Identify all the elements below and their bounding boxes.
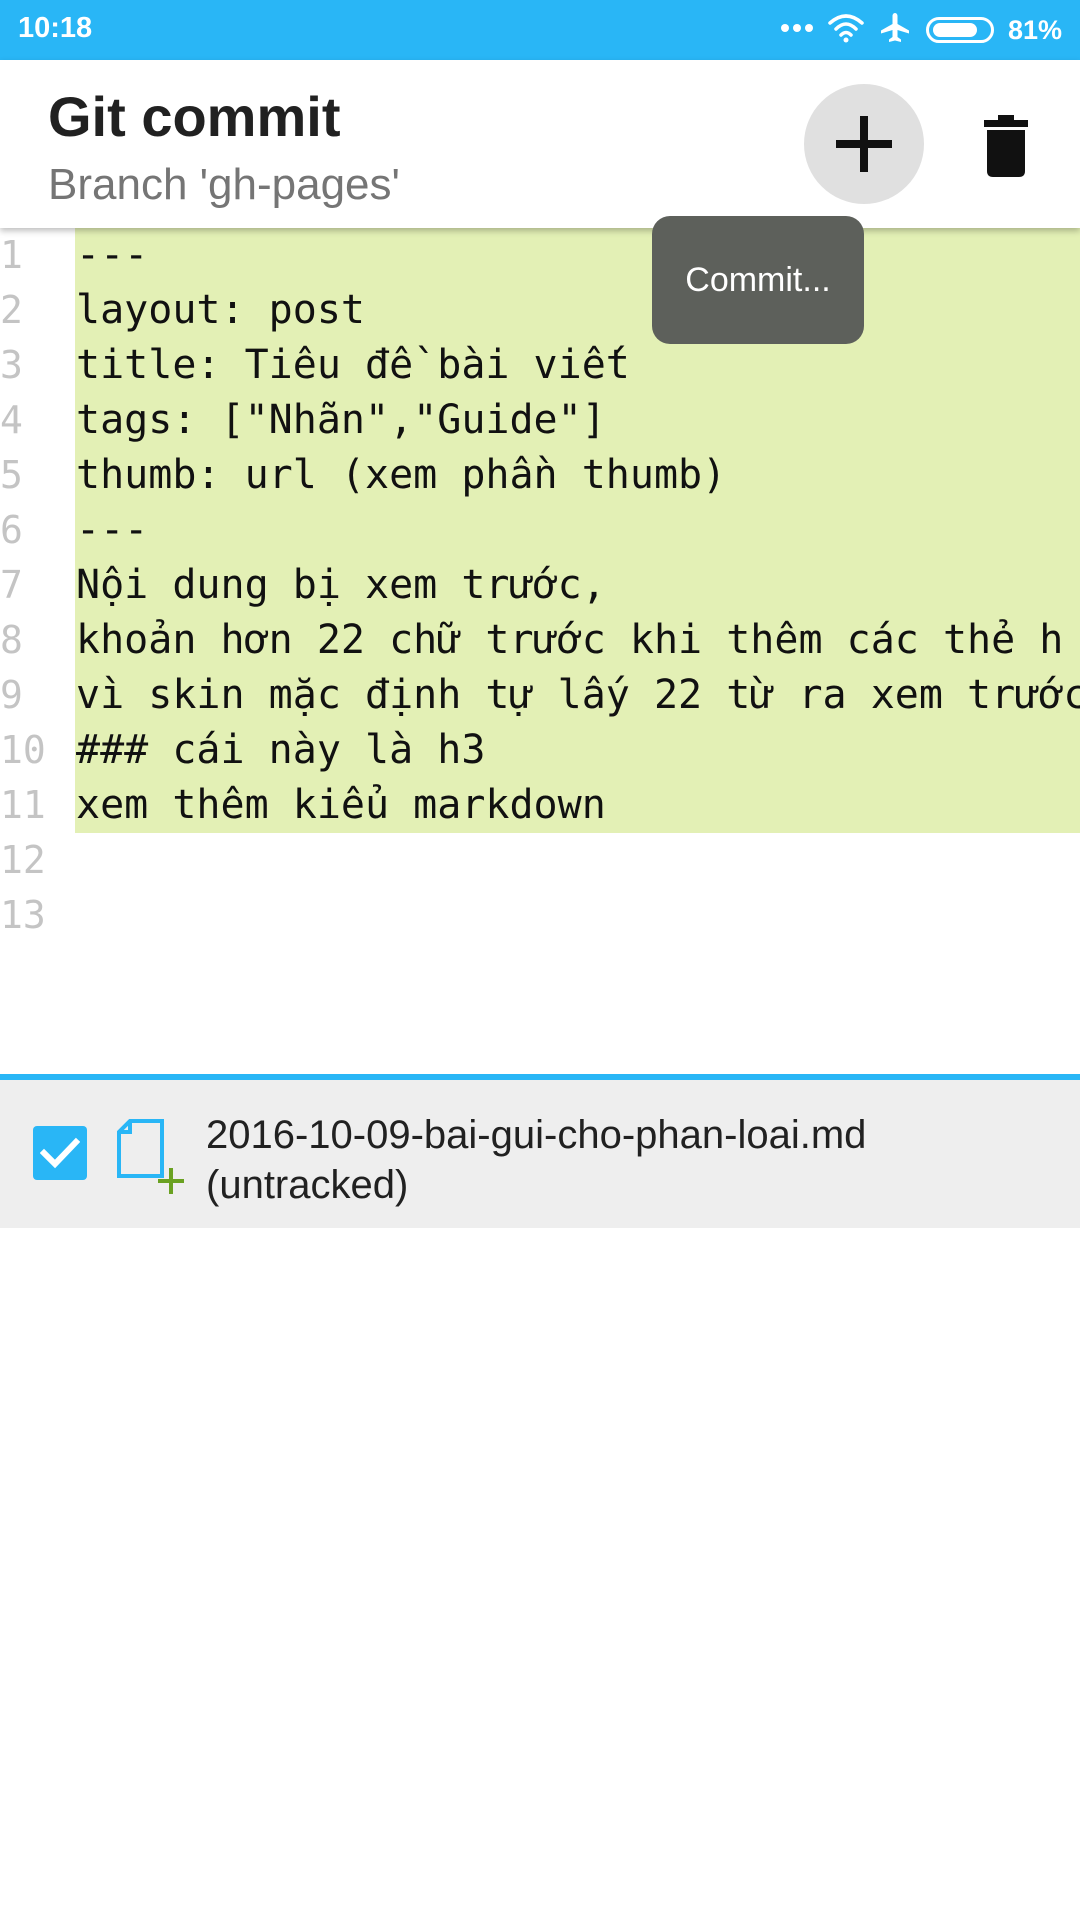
added-line-text: xem thêm kiểu markdown bbox=[75, 778, 1080, 833]
trash-icon bbox=[984, 115, 1028, 177]
battery-icon bbox=[925, 17, 994, 43]
line-number: 13 bbox=[0, 893, 46, 937]
code-line: 11 xem thêm kiểu markdown bbox=[0, 778, 1080, 833]
code-line: 12 bbox=[0, 833, 1080, 888]
file-list-item[interactable]: 2016-10-09-bai-gui-cho-phan-loai.md (unt… bbox=[0, 1080, 1080, 1228]
new-file-icon bbox=[117, 1119, 184, 1194]
airplane-mode-icon bbox=[878, 11, 912, 50]
added-line-text: khoản hơn 22 chữ trước khi thêm các thẻ … bbox=[75, 613, 1080, 668]
line-text bbox=[75, 888, 1080, 943]
line-number: 5 bbox=[0, 453, 23, 497]
battery-level-fill bbox=[932, 23, 977, 37]
code-line: 5 thumb: url (xem phần thumb) bbox=[0, 448, 1080, 503]
line-number: 4 bbox=[0, 398, 23, 442]
line-number: 7 bbox=[0, 563, 23, 607]
code-line: 1 --- bbox=[0, 228, 1080, 283]
git-commit-screen: 10:18 81% Git commit Branch 'gh-pages' 1… bbox=[0, 0, 1080, 1920]
code-line: 2 layout: post bbox=[0, 283, 1080, 338]
line-number: 10 bbox=[0, 728, 46, 772]
more-dots-icon bbox=[780, 21, 814, 39]
line-number: 6 bbox=[0, 508, 23, 552]
added-line-text: --- bbox=[75, 228, 1080, 283]
added-line-text: ### cái này là h3 bbox=[75, 723, 1080, 778]
add-icon bbox=[836, 116, 892, 172]
line-number: 8 bbox=[0, 618, 23, 662]
line-number: 1 bbox=[0, 233, 23, 277]
add-button[interactable] bbox=[804, 84, 924, 204]
status-bar: 10:18 81% bbox=[0, 0, 1080, 60]
delete-button[interactable] bbox=[966, 106, 1046, 186]
wifi-icon bbox=[828, 13, 864, 48]
branch-subtitle: Branch 'gh-pages' bbox=[48, 160, 400, 209]
status-icons: 81% bbox=[780, 0, 1062, 60]
file-checkbox[interactable] bbox=[33, 1126, 87, 1180]
line-number: 2 bbox=[0, 288, 23, 332]
line-number: 12 bbox=[0, 838, 46, 882]
page-title: Git commit bbox=[48, 85, 341, 148]
app-bar: Git commit Branch 'gh-pages' bbox=[0, 60, 1080, 228]
code-line: 4 tags: ["Nhãn","Guide"] bbox=[0, 393, 1080, 448]
file-name: 2016-10-09-bai-gui-cho-phan-loai.md bbox=[206, 1113, 867, 1157]
line-number: 9 bbox=[0, 673, 23, 717]
battery-percent: 81% bbox=[1007, 14, 1062, 45]
code-line: 8 khoản hơn 22 chữ trước khi thêm các thẻ… bbox=[0, 613, 1080, 668]
checkmark-icon bbox=[40, 1137, 80, 1169]
line-number: 11 bbox=[0, 783, 46, 827]
file-status: (untracked) bbox=[206, 1163, 409, 1207]
added-line-text: --- bbox=[75, 503, 1080, 558]
code-line: 10 ### cái này là h3 bbox=[0, 723, 1080, 778]
code-line: 9 vì skin mặc định tự lấy 22 từ ra xem tr… bbox=[0, 668, 1080, 723]
code-line: 7 Nội dung bị xem trước, bbox=[0, 558, 1080, 613]
added-line-text: layout: post bbox=[75, 283, 1080, 338]
added-line-text: vì skin mặc định tự lấy 22 từ ra xem trư… bbox=[75, 668, 1080, 723]
added-line-text: thumb: url (xem phần thumb) bbox=[75, 448, 1080, 503]
diff-editor[interactable]: 1 --- 2 layout: post 3 title: Tiêu đề bài viế… bbox=[0, 228, 1080, 1074]
added-line-text: tags: ["Nhãn","Guide"] bbox=[75, 393, 1080, 448]
code-line: 3 title: Tiêu đề bài viết bbox=[0, 338, 1080, 393]
line-number: 3 bbox=[0, 343, 23, 387]
code-line: 13 bbox=[0, 888, 1080, 943]
commit-toast: Commit... bbox=[652, 216, 864, 344]
added-line-text: Nội dung bị xem trước, bbox=[75, 558, 1080, 613]
status-time: 10:18 bbox=[18, 12, 93, 44]
added-line-text: title: Tiêu đề bài viết bbox=[75, 338, 1080, 393]
code-line: 6 --- bbox=[0, 503, 1080, 558]
line-text bbox=[75, 833, 1080, 888]
